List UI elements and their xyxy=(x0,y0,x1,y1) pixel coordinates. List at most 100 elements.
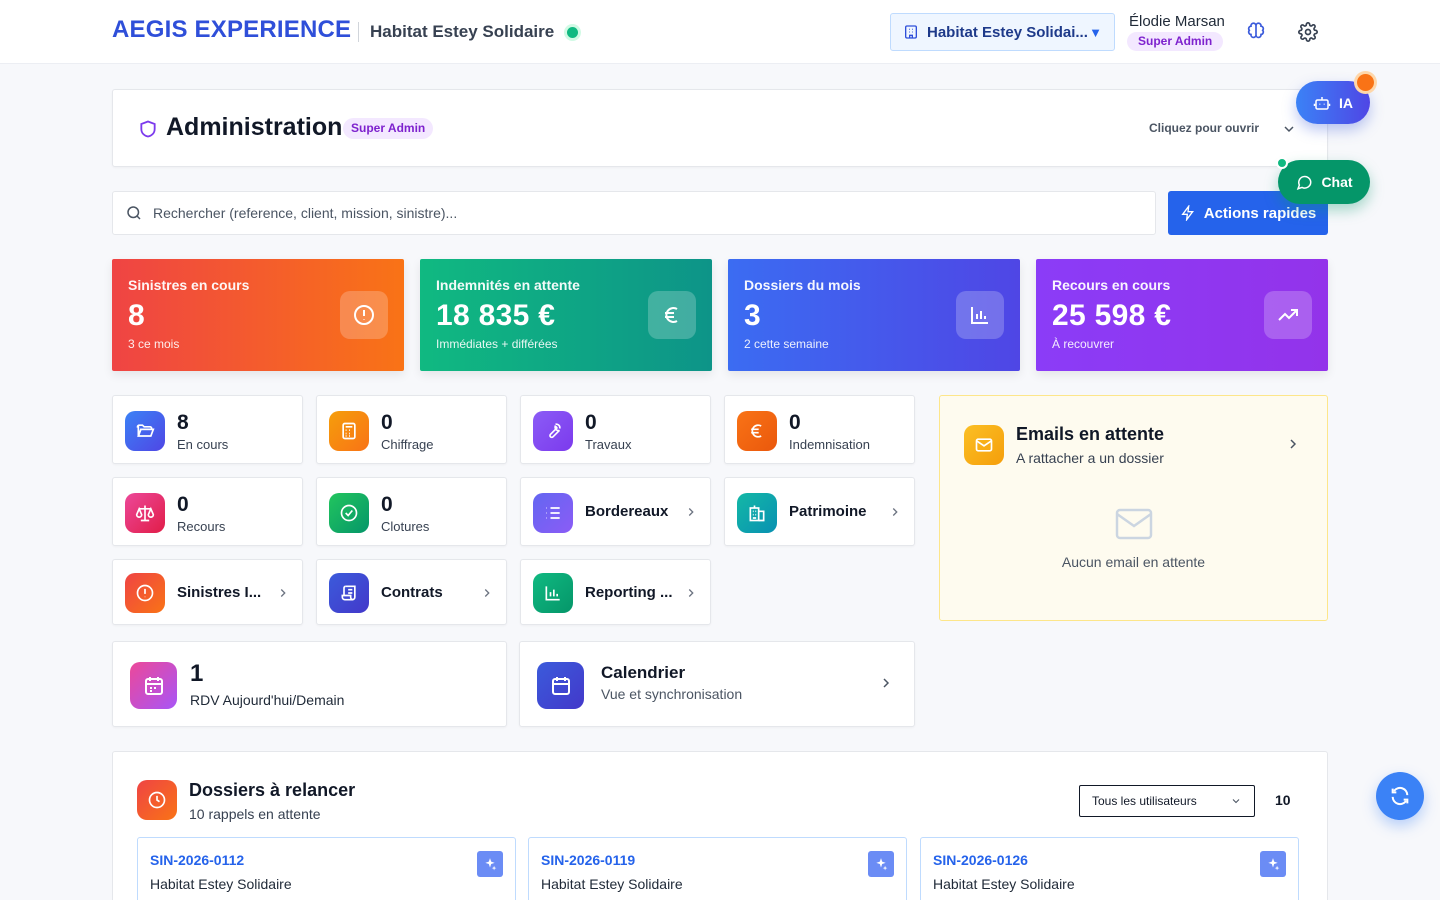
trending-up-icon xyxy=(1278,309,1298,321)
calendar-icon xyxy=(551,676,570,695)
kpi-recours-en-cours[interactable]: Recours en cours 25 598 € À recouvrer xyxy=(1036,259,1328,371)
stat-indemnisation[interactable]: 0 Indemnisation xyxy=(724,395,915,464)
stat-recours[interactable]: 0 Recours xyxy=(112,477,303,546)
emails-title: Emails en attente xyxy=(1016,424,1165,444)
rdv-tile[interactable]: 1 RDV Aujourd'hui/Demain xyxy=(112,641,507,727)
list-icon xyxy=(546,507,560,519)
stat-en-cours[interactable]: 8 En cours xyxy=(112,395,303,464)
chevron-down-icon[interactable] xyxy=(1281,121,1297,137)
buildings-icon xyxy=(749,505,765,522)
chevron-down-icon xyxy=(1232,799,1240,804)
kpi-sub: 3 ce mois xyxy=(128,337,180,351)
reminder-card[interactable]: SIN-2026-0126 Habitat Estey Solidaire xyxy=(920,837,1299,900)
ia-label: IA xyxy=(1339,94,1353,111)
reminder-card[interactable]: SIN-2026-0112 Habitat Estey Solidaire xyxy=(137,837,516,900)
user-name[interactable]: Élodie Marsan xyxy=(1129,13,1225,30)
stat-value: 0 xyxy=(177,493,189,516)
chat-label: Chat xyxy=(1321,174,1353,190)
org-select-value: Habitat Estey Solidai... xyxy=(927,23,1088,41)
mail-empty-icon xyxy=(1115,508,1153,540)
reminder-client: Habitat Estey Solidaire xyxy=(541,876,683,892)
calculator-icon xyxy=(342,422,356,440)
reminder-client: Habitat Estey Solidaire xyxy=(150,876,292,892)
bar-chart-icon xyxy=(545,586,560,601)
brand-divider xyxy=(358,22,359,42)
stat-label: Travaux xyxy=(585,437,632,452)
building-icon xyxy=(905,25,917,39)
euro-icon xyxy=(751,424,762,438)
calendar-subtitle: Vue et synchronisation xyxy=(601,686,743,702)
user-role-badge: Super Admin xyxy=(1127,32,1224,51)
emails-en-attente-panel[interactable]: Emails en attente A rattacher a un dossi… xyxy=(939,395,1328,621)
kpi-sub: 2 cette semaine xyxy=(744,337,829,351)
kpi-indemnites-en-attente[interactable]: Indemnités en attente 18 835 € Immédiate… xyxy=(420,259,712,371)
sparkle-icon xyxy=(485,858,497,871)
chevron-right-icon[interactable] xyxy=(1285,436,1301,452)
chat-button[interactable]: Chat xyxy=(1276,157,1370,204)
quick-actions-label: Actions rapides xyxy=(1203,204,1317,222)
calendar-title: Calendrier xyxy=(601,663,686,682)
dossiers-a-relancer-panel: Dossiers à relancer 10 rappels en attent… xyxy=(112,751,1328,900)
stat-label: Chiffrage xyxy=(381,437,434,452)
user-filter-select[interactable]: Tous les utilisateurs xyxy=(1079,785,1255,817)
ai-sparkle-button[interactable] xyxy=(1260,851,1286,877)
dossiers-count: 10 xyxy=(1275,792,1291,808)
alert-circle-icon xyxy=(136,584,154,602)
reminder-card[interactable]: SIN-2026-0119 Habitat Estey Solidaire xyxy=(528,837,907,900)
link-bordereaux[interactable]: Bordereaux xyxy=(520,477,711,546)
gear-icon[interactable] xyxy=(1298,22,1318,42)
stat-clotures[interactable]: 0 Clotures xyxy=(316,477,507,546)
stat-chiffrage[interactable]: 0 Chiffrage xyxy=(316,395,507,464)
mail-icon xyxy=(975,438,993,452)
scroll-icon xyxy=(341,585,356,601)
folder-open-icon xyxy=(136,424,155,437)
link-patrimoine[interactable]: Patrimoine xyxy=(724,477,915,546)
calendar-icon xyxy=(144,676,163,695)
wrench-icon xyxy=(549,423,561,439)
ai-sparkle-button[interactable] xyxy=(477,851,503,877)
search-icon xyxy=(127,206,141,220)
reminder-client: Habitat Estey Solidaire xyxy=(933,876,1075,892)
search-bar xyxy=(112,191,1156,235)
stat-label: Indemnisation xyxy=(789,437,870,452)
check-circle-icon xyxy=(340,504,358,522)
reminder-ref[interactable]: SIN-2026-0126 xyxy=(933,852,1028,868)
notification-dot xyxy=(1357,74,1374,91)
org-select[interactable]: Habitat Estey Solidai... ▼ xyxy=(890,13,1115,51)
dossiers-title: Dossiers à relancer xyxy=(189,780,356,800)
link-sinistres[interactable]: Sinistres I... xyxy=(112,559,303,625)
link-label: Contrats xyxy=(381,584,443,601)
link-contrats[interactable]: Contrats xyxy=(316,559,507,625)
shield-icon xyxy=(140,120,156,138)
rdv-count: 1 xyxy=(190,660,204,687)
administration-panel[interactable]: Administration Super Admin Cliquez pour … xyxy=(112,89,1328,167)
sparkle-icon xyxy=(1268,858,1280,871)
emails-empty-message: Aucun email en attente xyxy=(1061,554,1206,570)
emails-subtitle: A rattacher a un dossier xyxy=(1016,450,1164,466)
kpi-dossiers-du-mois[interactable]: Dossiers du mois 3 2 cette semaine xyxy=(728,259,1020,371)
calendrier-tile[interactable]: Calendrier Vue et synchronisation xyxy=(519,641,915,727)
brand-logo[interactable]: AEGIS EXPERIENCE xyxy=(112,16,351,44)
kpi-sinistres-en-cours[interactable]: Sinistres en cours 8 3 ce mois xyxy=(112,259,404,371)
rdv-label: RDV Aujourd'hui/Demain xyxy=(190,692,345,708)
ai-sparkle-button[interactable] xyxy=(868,851,894,877)
user-filter-value: Tous les utilisateurs xyxy=(1092,794,1197,808)
reminder-ref[interactable]: SIN-2026-0112 xyxy=(150,852,244,868)
scale-icon xyxy=(135,505,155,522)
euro-icon xyxy=(665,307,678,323)
stat-value: 8 xyxy=(177,411,189,434)
kpi-sub: Immédiates + différées xyxy=(436,337,558,351)
reminder-ref[interactable]: SIN-2026-0119 xyxy=(541,852,635,868)
chevron-right-icon xyxy=(883,678,890,688)
lightning-icon xyxy=(1181,205,1194,221)
link-reporting[interactable]: Reporting ... xyxy=(520,559,711,625)
stat-travaux[interactable]: 0 Travaux xyxy=(520,395,711,464)
ia-assistant-button[interactable]: IA xyxy=(1296,74,1374,124)
link-label: Reporting ... xyxy=(585,584,673,601)
stat-label: Clotures xyxy=(381,519,430,534)
brain-icon[interactable] xyxy=(1246,22,1266,42)
kpi-sub: À recouvrer xyxy=(1052,337,1115,351)
refresh-button[interactable] xyxy=(1376,772,1424,820)
search-input[interactable] xyxy=(153,205,1155,221)
org-name: Habitat Estey Solidaire xyxy=(370,22,555,41)
